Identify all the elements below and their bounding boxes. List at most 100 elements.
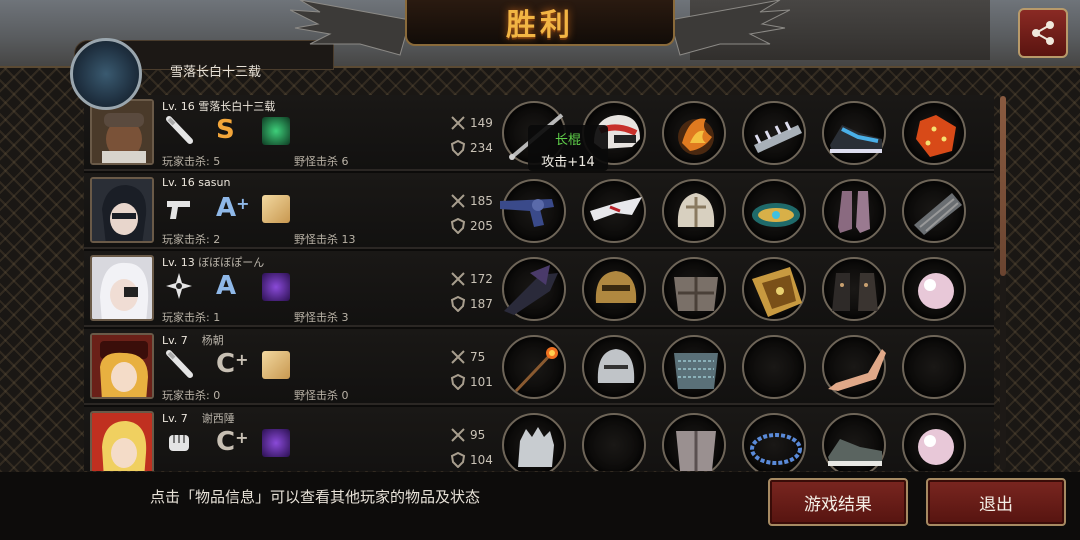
- player-portrait[interactable]: [90, 255, 154, 321]
- equip-slot-dark-axe[interactable]: [502, 257, 566, 321]
- defense-value: 104: [470, 453, 493, 467]
- equip-slot-steel-plate[interactable]: [902, 179, 966, 243]
- equip-slot-gray-sneakers[interactable]: [822, 413, 886, 471]
- skill-icon[interactable]: [262, 351, 290, 379]
- player-row[interactable]: Lv. 7 谢西陲 C+ 95 104: [84, 407, 994, 471]
- equip-slot-pink-pearl[interactable]: [902, 413, 966, 471]
- bat-icon: [166, 350, 193, 378]
- equip-slot-fire-rod[interactable]: [502, 335, 566, 399]
- player-name: sasun: [198, 176, 231, 189]
- player-kills: 玩家击杀: 2: [162, 233, 221, 246]
- left-wing-ornament: [290, 0, 410, 56]
- game-results-button[interactable]: 游戏结果: [768, 478, 908, 526]
- equip-slot-pink-pearl[interactable]: [902, 257, 966, 321]
- skill-icon[interactable]: [262, 117, 290, 145]
- skill-icon[interactable]: [262, 429, 290, 457]
- grade-badge: A+: [216, 193, 250, 223]
- monster-kills: 野怪击杀 0: [294, 389, 349, 402]
- equip-slot-empty[interactable]: [902, 335, 966, 399]
- equip-slot-gauntlet[interactable]: [502, 413, 566, 471]
- player-row[interactable]: Lv. 13 ぼぼぼぽーん A 玩家击杀: 1 野怪击杀 3 172 187: [84, 251, 994, 327]
- equip-slot-prosthetic-leg[interactable]: [822, 335, 886, 399]
- equip-slot-white-mask[interactable]: [582, 179, 646, 243]
- share-button[interactable]: [1018, 8, 1068, 58]
- page-title: 胜利: [506, 8, 574, 43]
- crossed-swords-icon: [451, 272, 465, 286]
- player-kills: 玩家击杀: 0: [162, 389, 221, 402]
- crossed-swords-icon: [451, 194, 465, 208]
- shield-icon: [450, 452, 466, 468]
- level-label: Lv. 16: [162, 100, 195, 113]
- monster-kills: 野怪击杀 3: [294, 311, 349, 324]
- player-portrait[interactable]: [90, 177, 154, 243]
- level-label: Lv. 7: [162, 334, 188, 347]
- exit-button[interactable]: 退出: [926, 478, 1066, 526]
- shield-icon: [450, 374, 466, 390]
- shield-icon: [450, 218, 466, 234]
- equip-slot-revolver[interactable]: [500, 179, 566, 243]
- defense-value: 205: [470, 219, 493, 233]
- equip-slot-chain-mail[interactable]: [662, 335, 726, 399]
- attack-value: 185: [470, 194, 493, 208]
- equip-slot-ornate-helmet[interactable]: [662, 179, 726, 243]
- player-row[interactable]: Lv. 16 sasun A+ 玩家击杀: 2 野怪击杀 13 185 205: [84, 173, 994, 249]
- grade-badge: C+: [216, 427, 249, 457]
- equip-slot-golden-shield[interactable]: [742, 257, 806, 321]
- attack-value: 75: [470, 350, 486, 364]
- player-row[interactable]: Lv. 7 杨朝 C+ 玩家击杀: 0 野怪击杀 0 75 101: [84, 329, 994, 405]
- tooltip-item-stat: 攻击+14: [541, 155, 595, 170]
- item-tooltip: 长棍 攻击+14: [528, 125, 608, 171]
- scrollbar-thumb[interactable]: [1000, 96, 1006, 276]
- hint-text: 点击「物品信息」可以查看其他玩家的物品及状态: [150, 488, 481, 506]
- level-label: Lv. 16: [162, 176, 195, 189]
- level-label: Lv. 7: [162, 412, 188, 425]
- equip-slot-bead-necklace[interactable]: [742, 413, 806, 471]
- skill-icon[interactable]: [262, 195, 290, 223]
- level-label: Lv. 13: [162, 256, 195, 269]
- equip-slot-spiked-bracer[interactable]: [742, 101, 806, 165]
- player-name: 谢西陲: [201, 412, 235, 425]
- right-wing-ornament: [670, 0, 790, 56]
- equip-slot-gold-bracelet[interactable]: [742, 179, 806, 243]
- player-portrait[interactable]: [90, 411, 154, 471]
- player-portrait[interactable]: [90, 333, 154, 399]
- attack-value: 149: [470, 116, 493, 130]
- shield-icon: [450, 140, 466, 156]
- pistol-icon: [167, 201, 190, 219]
- grade-badge: S: [216, 115, 235, 145]
- equip-slot-golden-helmet[interactable]: [582, 257, 646, 321]
- equip-slot-blue-sneakers[interactable]: [822, 101, 886, 165]
- victory-banner: 胜利: [405, 0, 675, 46]
- player-name: ぼぼぼぽーん: [198, 256, 265, 269]
- crossed-swords-icon: [451, 428, 465, 442]
- equip-slot-red-dice[interactable]: [902, 101, 966, 165]
- share-icon: [1032, 21, 1054, 45]
- attack-value: 172: [470, 272, 493, 286]
- skill-icon[interactable]: [262, 273, 290, 301]
- player-kills: 玩家击杀: 1: [162, 311, 221, 324]
- equip-slot-knight-helmet[interactable]: [582, 335, 646, 399]
- grade-badge: C+: [216, 349, 249, 379]
- grade-badge: A: [216, 271, 237, 301]
- shuriken-icon: [166, 273, 192, 299]
- equip-slot-empty[interactable]: [742, 335, 806, 399]
- equip-slot-purple-boots[interactable]: [822, 179, 886, 243]
- bat-icon: [166, 116, 193, 144]
- crossed-swords-icon: [451, 116, 465, 130]
- player-name: 杨朝: [201, 334, 224, 347]
- player-rank-emblem: [70, 38, 142, 110]
- equip-slot-fire-charm[interactable]: [662, 101, 726, 165]
- equip-slot-steel-armor[interactable]: [662, 257, 726, 321]
- behind-player-name: 雪落长白十三载: [170, 65, 262, 80]
- defense-value: 187: [470, 297, 493, 311]
- equip-slot-empty[interactable]: [582, 413, 646, 471]
- shield-icon: [450, 296, 466, 312]
- player-name: 雪落长白十三载: [198, 100, 276, 113]
- monster-kills: 野怪击杀 13: [294, 233, 356, 246]
- crossed-swords-icon: [451, 350, 465, 364]
- attack-value: 95: [470, 428, 486, 442]
- equip-slot-plate-armor[interactable]: [662, 413, 726, 471]
- monster-kills: 野怪击杀 6: [294, 155, 349, 168]
- fist-icon: [169, 435, 189, 451]
- equip-slot-studded-boots[interactable]: [822, 257, 886, 321]
